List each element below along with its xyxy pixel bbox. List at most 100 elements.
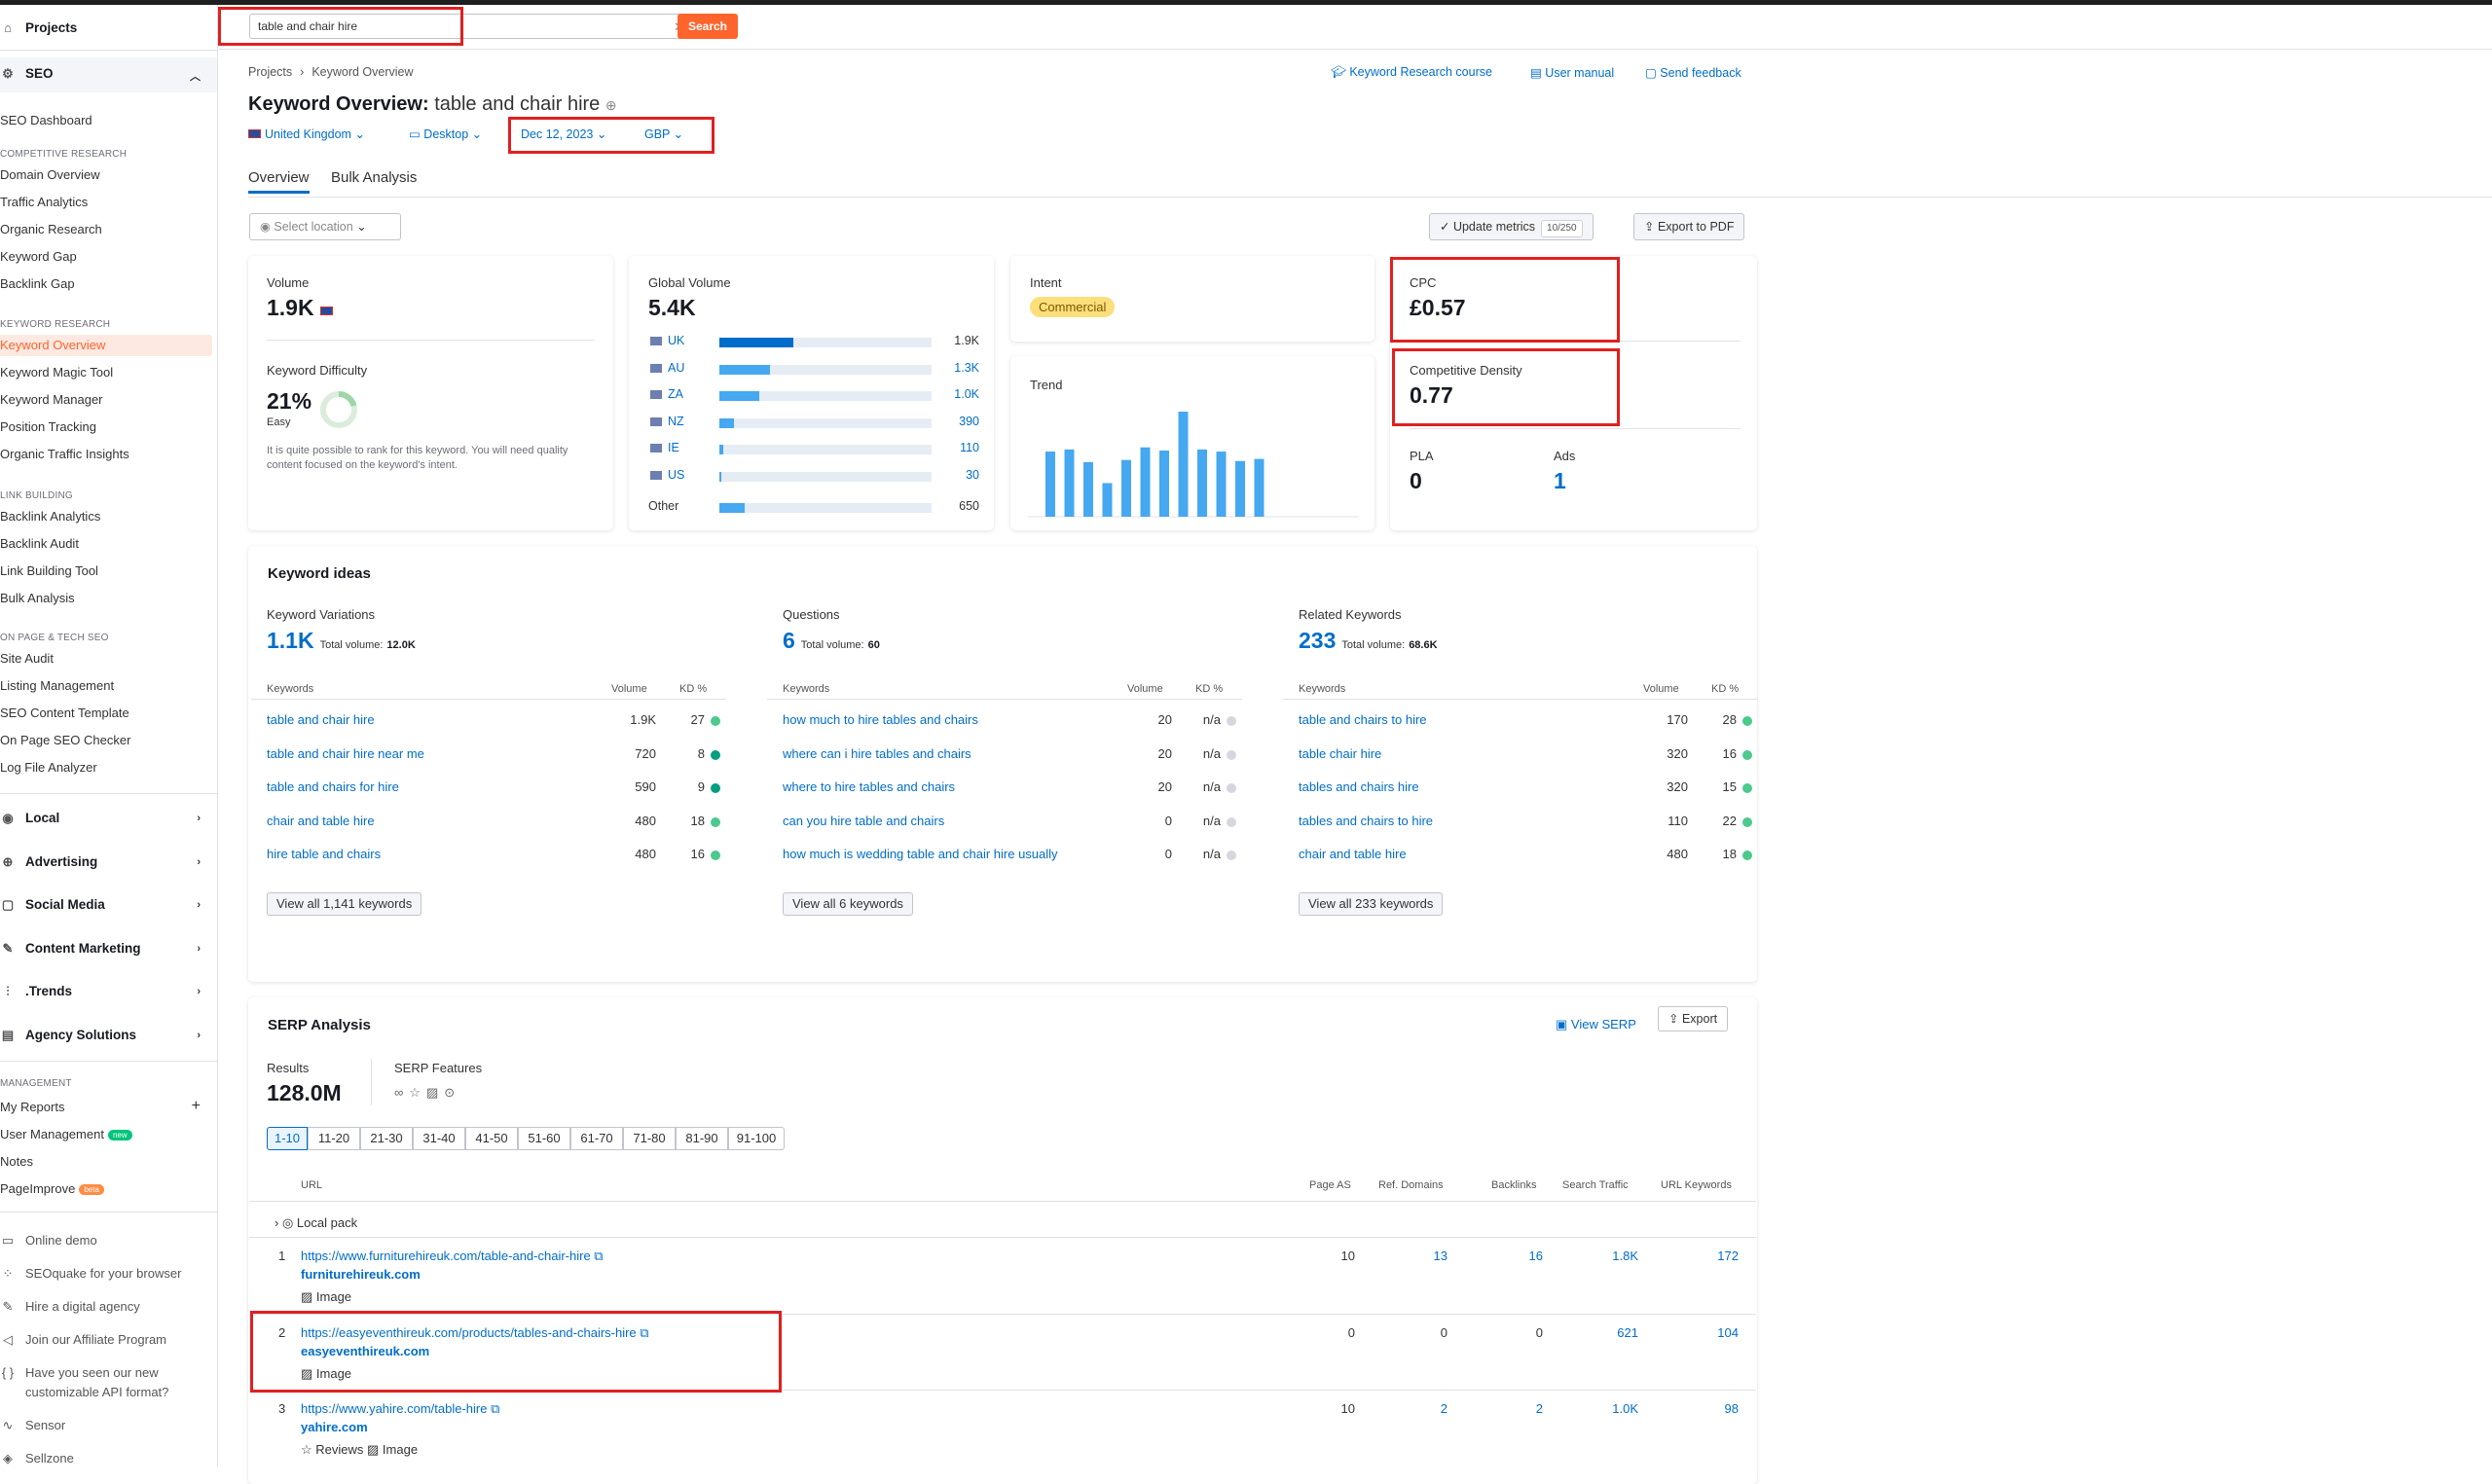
sidebar-item[interactable]: Organic Research	[0, 219, 217, 240]
breadcrumb-projects[interactable]: Projects	[248, 65, 292, 79]
sidebar-online-demo[interactable]: ▭ Online demo	[0, 1233, 217, 1249]
sidebar-item-seo-dashboard[interactable]: SEO Dashboard	[0, 113, 217, 127]
serp-domain[interactable]: furniturehireuk.com	[301, 1267, 421, 1282]
view-serp-link[interactable]: ▣ View SERP	[1556, 1017, 1636, 1032]
view-all-keywords-button[interactable]: View all 233 keywords	[1299, 892, 1444, 916]
serp-page-tab[interactable]: 71-80	[623, 1127, 676, 1150]
serp-metric-ref[interactable]: 13	[1389, 1249, 1448, 1263]
serp-metric-bl[interactable]: 2	[1484, 1401, 1543, 1416]
sidebar-sensor[interactable]: ∿ Sensor	[0, 1418, 217, 1433]
sidebar-group[interactable]: ✎ Content Marketing ›	[0, 941, 217, 957]
serp-page-tab[interactable]: 31-40	[413, 1127, 465, 1150]
sidebar-item[interactable]: Bulk Analysis	[0, 588, 217, 609]
sidebar-group[interactable]: ⊕ Advertising ›	[0, 854, 217, 870]
serp-page-tab[interactable]: 61-70	[570, 1127, 623, 1150]
keyword-link[interactable]: table and chairs to hire	[1299, 712, 1427, 727]
serp-metric-traffic[interactable]: 621	[1580, 1325, 1638, 1340]
send-feedback-link[interactable]: ▢ Send feedback	[1645, 65, 1741, 80]
serp-metric-bl[interactable]: 0	[1484, 1325, 1543, 1340]
sidebar-affiliate[interactable]: ◁ Join our Affiliate Program	[0, 1332, 217, 1348]
serp-metric-traffic[interactable]: 1.8K	[1580, 1249, 1638, 1263]
sidebar-item-user-management[interactable]: User Management new	[0, 1127, 217, 1141]
keyword-link[interactable]: where can i hire tables and chairs	[783, 746, 971, 761]
serp-page-tab[interactable]: 91-100	[728, 1127, 785, 1150]
sidebar-item-pageimprove[interactable]: PageImprove beta	[0, 1181, 217, 1196]
keyword-link[interactable]: how much is wedding table and chair hire…	[783, 847, 1058, 861]
sidebar-item[interactable]: Traffic Analytics	[0, 192, 217, 213]
sidebar-projects[interactable]: ⌂ Projects	[0, 20, 217, 35]
sidebar-item[interactable]: Organic Traffic Insights	[0, 444, 217, 465]
sidebar-item[interactable]: Link Building Tool	[0, 561, 217, 582]
keyword-link[interactable]: chair and table hire	[1299, 847, 1407, 861]
device-select[interactable]: ▭ Desktop ⌄	[409, 127, 482, 141]
sidebar-item[interactable]: Keyword Gap	[0, 246, 217, 268]
sidebar-item[interactable]: Position Tracking	[0, 416, 217, 438]
keyword-link[interactable]: table and chairs for hire	[267, 779, 399, 794]
tab-overview[interactable]: Overview	[248, 169, 310, 194]
serp-page-tab[interactable]: 51-60	[518, 1127, 570, 1150]
ads-value[interactable]: 1	[1554, 468, 1566, 494]
sidebar-seoquake[interactable]: ⁘ SEOquake for your browser	[0, 1266, 217, 1282]
sidebar-sellzone[interactable]: ◈ Sellzone	[0, 1451, 217, 1466]
keyword-link[interactable]: chair and table hire	[267, 814, 375, 828]
sidebar-hire-agency[interactable]: ✎ Hire a digital agency	[0, 1299, 217, 1315]
sidebar-item[interactable]: Backlink Audit	[0, 533, 217, 555]
sidebar-item[interactable]: SEO Content Template	[0, 703, 217, 724]
serp-metric-traffic[interactable]: 1.0K	[1580, 1401, 1638, 1416]
serp-metric-kw[interactable]: 172	[1680, 1249, 1739, 1263]
keyword-link[interactable]: table and chair hire near me	[267, 746, 424, 761]
sidebar-item[interactable]: On Page SEO Checker	[0, 730, 217, 751]
location-select[interactable]: ◉ Select location ⌄	[249, 213, 401, 240]
sidebar-item[interactable]: Domain Overview	[0, 164, 217, 186]
add-icon[interactable]: ⊕	[605, 97, 617, 113]
keyword-link[interactable]: tables and chairs to hire	[1299, 814, 1433, 828]
keyword-link[interactable]: tables and chairs hire	[1299, 779, 1419, 794]
serp-page-tab[interactable]: 11-20	[308, 1127, 360, 1150]
tab-bulk-analysis[interactable]: Bulk Analysis	[331, 169, 417, 186]
export-button[interactable]: ⇪ Export	[1658, 1006, 1729, 1032]
sidebar-api-promo[interactable]: { } Have you seen our new	[0, 1365, 217, 1380]
keyword-link[interactable]: table chair hire	[1299, 746, 1381, 761]
serp-url-link[interactable]: https://www.furniturehireuk.com/table-an…	[301, 1249, 604, 1264]
view-all-keywords-button[interactable]: View all 1,141 keywords	[267, 892, 422, 916]
serp-metric-kw[interactable]: 104	[1680, 1325, 1739, 1340]
serp-url-link[interactable]: https://www.yahire.com/table-hire ⧉	[301, 1401, 499, 1417]
sidebar-group[interactable]: ▢ Social Media ›	[0, 897, 217, 913]
serp-metric-kw[interactable]: 98	[1680, 1401, 1739, 1416]
serp-page-tab[interactable]: 1-10	[267, 1127, 308, 1150]
sidebar-item[interactable]: Keyword Manager	[0, 389, 217, 411]
keyword-link[interactable]: hire table and chairs	[267, 847, 381, 861]
sidebar-item[interactable]: Keyword Magic Tool	[0, 362, 217, 383]
sidebar-item[interactable]: Backlink Analytics	[0, 506, 217, 527]
keyword-link[interactable]: where to hire tables and chairs	[783, 779, 955, 794]
sidebar-item[interactable]: Site Audit	[0, 648, 217, 670]
sidebar-item[interactable]: Backlink Gap	[0, 273, 217, 295]
update-metrics-button[interactable]: ✓ Update metrics 10/250	[1429, 213, 1594, 240]
view-all-keywords-button[interactable]: View all 6 keywords	[783, 892, 913, 916]
keyword-count[interactable]: 1.1K Total volume: 12.0K	[267, 628, 416, 654]
keyword-link[interactable]: can you hire table and chairs	[783, 814, 944, 828]
search-button[interactable]: Search	[678, 14, 738, 39]
serp-domain[interactable]: yahire.com	[301, 1420, 368, 1434]
user-manual-link[interactable]: ▤ User manual	[1530, 65, 1614, 80]
keyword-count[interactable]: 233 Total volume: 68.6K	[1299, 628, 1438, 654]
serp-page-tab[interactable]: 41-50	[465, 1127, 518, 1150]
sidebar-item-my-reports[interactable]: My Reports +	[0, 1098, 217, 1115]
serp-metric-ref[interactable]: 0	[1389, 1325, 1448, 1340]
country-select[interactable]: United Kingdom ⌄	[248, 127, 365, 141]
sidebar-group[interactable]: ▤ Agency Solutions ›	[0, 1028, 217, 1043]
keyword-count[interactable]: 6 Total volume: 60	[783, 628, 880, 654]
sidebar-group[interactable]: ⫶ .Trends ›	[0, 984, 217, 999]
serp-page-tab[interactable]: 81-90	[676, 1127, 728, 1150]
keyword-link[interactable]: table and chair hire	[267, 712, 375, 727]
sidebar-seo[interactable]: ⚙ SEO ︿	[0, 66, 217, 83]
sidebar-item-notes[interactable]: Notes	[0, 1154, 217, 1169]
sidebar-item[interactable]: Log File Analyzer	[0, 757, 217, 778]
keyword-link[interactable]: how much to hire tables and chairs	[783, 712, 978, 727]
local-pack-row[interactable]: › ◎ Local pack	[275, 1215, 357, 1231]
serp-metric-ref[interactable]: 2	[1389, 1401, 1448, 1416]
keyword-course-link[interactable]: 🎓︎ Keyword Research course	[1331, 65, 1492, 80]
plus-icon[interactable]: +	[192, 1098, 201, 1115]
sidebar-item[interactable]: Listing Management	[0, 675, 217, 697]
serp-metric-bl[interactable]: 16	[1484, 1249, 1543, 1263]
